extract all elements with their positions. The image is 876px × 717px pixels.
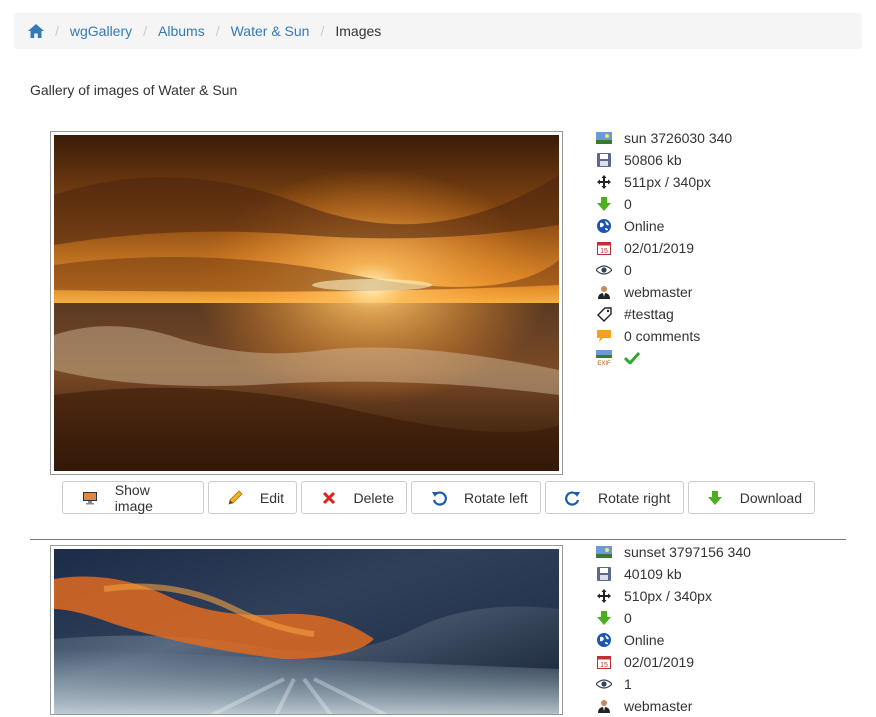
tag-icon	[596, 306, 612, 322]
image-info: sun 3726030 340 50806 kb 511px / 340px 0…	[596, 127, 732, 369]
divider	[30, 539, 846, 540]
info-submitter: webmaster	[596, 695, 751, 717]
exif-icon: EXIF	[596, 350, 612, 366]
disk-icon	[596, 566, 612, 582]
picture-icon	[596, 544, 612, 560]
download-arrow-icon	[596, 610, 612, 626]
globe-icon	[596, 632, 612, 648]
move-icon	[596, 174, 612, 190]
rotate-left-button[interactable]: Rotate left	[411, 481, 541, 514]
gallery-intro: Gallery of images of Water & Sun	[30, 82, 238, 98]
calendar-icon: 15	[596, 240, 612, 256]
image-info: sunset 3797156 340 40109 kb 510px / 340p…	[596, 541, 751, 717]
info-views: 1	[596, 673, 751, 695]
info-status: Online	[596, 215, 732, 237]
info-exif: EXIF	[596, 347, 732, 369]
breadcrumb-wggallery[interactable]: wgGallery	[70, 23, 132, 39]
download-arrow-icon	[596, 196, 612, 212]
image-thumbnail[interactable]	[50, 545, 563, 715]
globe-icon	[596, 218, 612, 234]
user-icon	[596, 698, 612, 714]
breadcrumb-separator: /	[143, 23, 148, 39]
info-status: Online	[596, 629, 751, 651]
info-comments: 0 comments	[596, 325, 732, 347]
delete-icon	[320, 489, 338, 507]
pencil-icon	[227, 489, 244, 507]
monitor-icon	[81, 489, 99, 507]
info-downloads: 0	[596, 193, 732, 215]
info-size: 50806 kb	[596, 149, 732, 171]
info-tags: #testtag	[596, 303, 732, 325]
info-submitter: webmaster	[596, 281, 732, 303]
rotate-left-icon	[430, 489, 448, 507]
home-icon[interactable]	[28, 24, 44, 38]
rotate-right-button[interactable]: Rotate right	[545, 481, 684, 514]
breadcrumb: / wgGallery / Albums / Water & Sun / Ima…	[14, 13, 862, 49]
info-date: 15 02/01/2019	[596, 237, 732, 259]
picture-icon	[596, 130, 612, 146]
show-image-button[interactable]: Show image	[62, 481, 204, 514]
check-icon	[624, 352, 640, 364]
svg-text:15: 15	[600, 248, 608, 255]
svg-text:EXIF: EXIF	[597, 361, 611, 366]
breadcrumb-albums[interactable]: Albums	[158, 23, 205, 39]
rotate-right-icon	[564, 489, 582, 507]
info-views: 0	[596, 259, 732, 281]
download-icon	[707, 489, 724, 507]
edit-button[interactable]: Edit	[208, 481, 297, 514]
delete-button[interactable]: Delete	[301, 481, 407, 514]
info-dimensions: 510px / 340px	[596, 585, 751, 607]
eye-icon	[596, 676, 612, 692]
user-icon	[596, 284, 612, 300]
breadcrumb-separator: /	[55, 23, 59, 39]
comment-icon	[596, 328, 612, 344]
info-dimensions: 511px / 340px	[596, 171, 732, 193]
image-actions: Show image Edit Delete Rotate left Rotat…	[62, 481, 815, 514]
breadcrumb-album[interactable]: Water & Sun	[231, 23, 310, 39]
info-size: 40109 kb	[596, 563, 751, 585]
info-date: 15 02/01/2019	[596, 651, 751, 673]
info-title: sunset 3797156 340	[596, 541, 751, 563]
image-thumbnail[interactable]	[50, 131, 563, 475]
svg-text:15: 15	[600, 662, 608, 669]
disk-icon	[596, 152, 612, 168]
info-downloads: 0	[596, 607, 751, 629]
move-icon	[596, 588, 612, 604]
breadcrumb-separator: /	[215, 23, 220, 39]
eye-icon	[596, 262, 612, 278]
info-title: sun 3726030 340	[596, 127, 732, 149]
download-button[interactable]: Download	[688, 481, 815, 514]
calendar-icon: 15	[596, 654, 612, 670]
breadcrumb-current: Images	[335, 23, 382, 39]
breadcrumb-separator: /	[320, 23, 325, 39]
